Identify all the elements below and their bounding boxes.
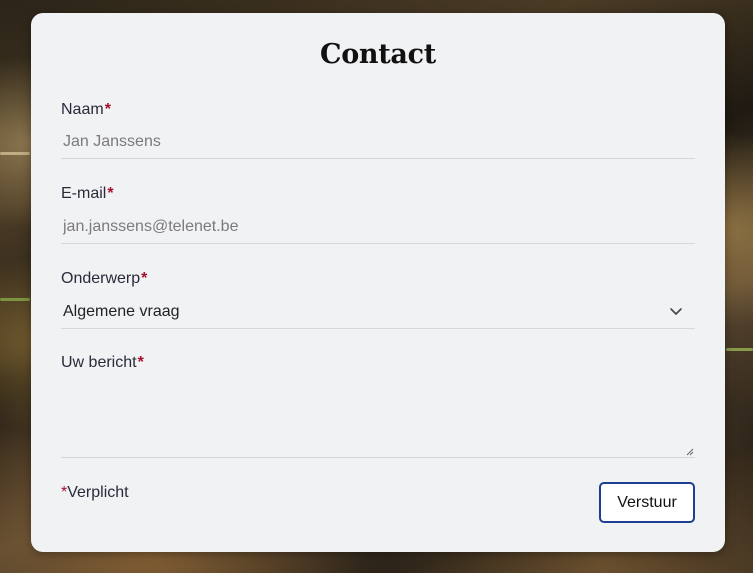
contact-form-card: Contact Naam* E-mail* Onderwerp* Algemen… — [31, 13, 725, 552]
chevron-down-icon — [670, 308, 682, 315]
message-textarea[interactable] — [61, 380, 695, 458]
email-label-text: E-mail — [61, 185, 107, 202]
message-field-wrapper — [61, 380, 695, 458]
message-label: Uw bericht* — [61, 354, 144, 372]
name-label: Naam* — [61, 101, 111, 119]
email-label: E-mail* — [61, 185, 114, 203]
name-label-text: Naam — [61, 101, 104, 118]
required-mark: * — [141, 270, 148, 287]
submit-button[interactable]: Verstuur — [599, 482, 695, 523]
required-note: *Verplicht — [61, 484, 129, 502]
subject-select[interactable]: Algemene vraag — [61, 295, 695, 329]
background-decoration — [0, 152, 30, 155]
required-mark: * — [107, 185, 114, 202]
subject-select-value: Algemene vraag — [63, 303, 180, 320]
email-input[interactable] — [61, 210, 695, 244]
required-mark: * — [137, 354, 144, 371]
resize-handle-icon[interactable] — [686, 448, 694, 456]
background-decoration — [0, 298, 30, 301]
subject-label-text: Onderwerp — [61, 270, 141, 287]
required-mark: * — [104, 101, 111, 118]
subject-label: Onderwerp* — [61, 270, 147, 288]
name-input[interactable] — [61, 125, 695, 159]
required-note-text: Verplicht — [67, 484, 129, 501]
background-decoration — [726, 348, 753, 351]
message-label-text: Uw bericht — [61, 354, 137, 371]
form-title: Contact — [320, 39, 436, 70]
